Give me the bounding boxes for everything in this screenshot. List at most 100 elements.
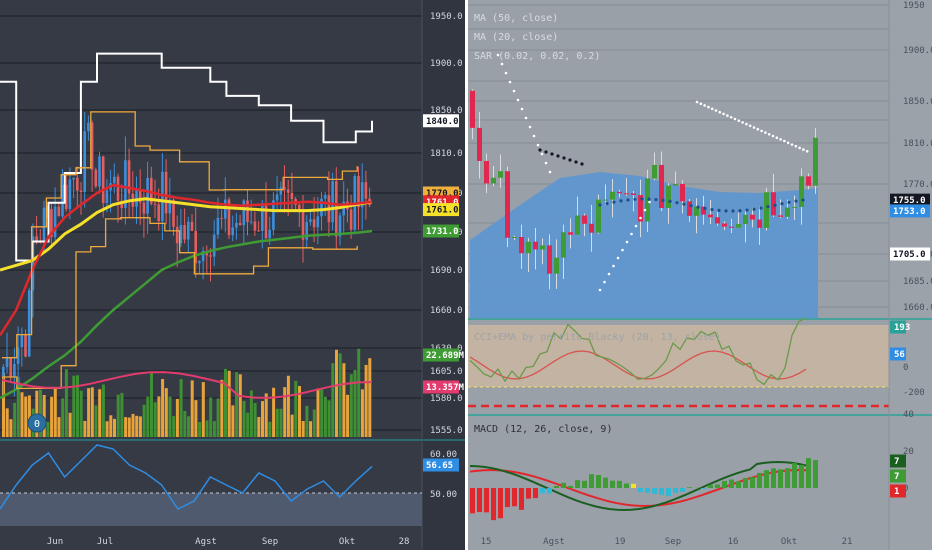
volume-bar: [302, 421, 305, 437]
ma-dot: [752, 208, 755, 211]
left-candle: [69, 179, 72, 209]
macd-histogram-bar: [631, 484, 636, 488]
ma-dot: [612, 201, 615, 204]
volume-bar: [328, 400, 331, 437]
sar-dot: [521, 108, 524, 111]
right-candle: [505, 171, 510, 238]
left-candle: [350, 210, 353, 230]
macd-histogram-bar: [526, 488, 531, 499]
macd-histogram-bar: [757, 473, 762, 488]
sar-dot: [768, 133, 771, 136]
ma-dot: [654, 198, 657, 201]
right-price-badge-text: 1753.0: [893, 207, 926, 217]
left-candle: [239, 223, 242, 225]
right-time-tick: 15: [481, 537, 492, 547]
volume-bar: [135, 416, 138, 437]
sar-dot: [703, 104, 706, 107]
right-candle: [498, 171, 503, 178]
left-candle: [2, 367, 5, 377]
right-time-tick: Okt: [781, 537, 797, 547]
legend-sar[interactable]: SAR (0.02, 0.02, 0.2): [474, 51, 600, 62]
legend-cci[interactable]: CCI+EMA by perrito Blacky (20, 13, close…: [474, 332, 721, 343]
left-candle: [291, 193, 294, 199]
volume-bar: [172, 416, 175, 437]
right-candle: [673, 184, 678, 186]
sar-dot: [617, 257, 620, 260]
volume-bar: [268, 422, 271, 437]
ma-dot: [724, 209, 727, 212]
volume-bar: [109, 415, 112, 437]
right-candle: [554, 258, 559, 274]
volume-bar: [95, 406, 98, 437]
left-candle: [331, 181, 334, 222]
volume-bar: [113, 419, 116, 437]
ma-dot: [550, 152, 553, 155]
left-price-badge-text: 1840.0: [426, 117, 459, 127]
macd-histogram-bar: [512, 488, 517, 506]
macd-histogram-bar: [792, 463, 797, 488]
legend-ma20[interactable]: MA (20, close): [474, 32, 558, 43]
rsi-tick: 50.00: [430, 490, 457, 500]
volume-bar: [24, 397, 27, 437]
volume-bar: [91, 387, 94, 437]
volume-bar: [357, 349, 360, 437]
macd-histogram-bar: [750, 477, 755, 488]
macd-histogram-bar: [736, 481, 741, 488]
macd-histogram-bar: [778, 469, 783, 488]
volume-bar: [154, 402, 157, 437]
right-time-tick: 21: [842, 537, 853, 547]
left-candle: [320, 199, 323, 217]
volume-bar: [287, 376, 290, 437]
right-price-badge-text: 7: [894, 457, 899, 467]
right-price-badge-text: 1705.0: [893, 250, 926, 260]
volume-bar: [194, 400, 197, 437]
ma-dot: [556, 154, 559, 157]
macd-histogram-bar: [673, 488, 678, 493]
right-price-tick: 1685.0: [903, 277, 932, 287]
volume-bar: [317, 388, 320, 437]
macd-histogram-bar: [715, 485, 720, 488]
left-candle: [157, 205, 160, 222]
sar-dot: [734, 118, 737, 121]
right-candle: [666, 186, 671, 208]
macd-histogram-bar: [470, 488, 475, 513]
macd-histogram-bar: [505, 488, 510, 507]
right-candle: [687, 201, 692, 216]
sar-dot: [635, 225, 638, 228]
left-price-tick: 1950.0: [430, 12, 463, 22]
left-candle: [235, 223, 238, 228]
right-candle: [743, 215, 748, 224]
events-icon-label: 0: [34, 419, 40, 430]
left-time-tick: 28: [399, 537, 410, 547]
volume-bar: [76, 375, 79, 437]
legend-macd[interactable]: MACD (12, 26, close, 9): [474, 424, 612, 435]
right-price-tick: 1660.0: [903, 303, 932, 313]
right-candle: [624, 193, 629, 194]
volume-bar: [206, 420, 209, 437]
volume-bar: [354, 370, 357, 437]
rsi-band: [0, 493, 422, 526]
volume-bar: [228, 371, 231, 437]
sar-dot: [730, 116, 733, 119]
left-candle: [231, 227, 234, 235]
right-candle: [526, 242, 531, 254]
sar-dot: [719, 111, 722, 114]
macd-histogram-bar: [680, 488, 685, 492]
volume-bar: [106, 421, 109, 437]
right-price-tick: 1770.0: [903, 180, 932, 190]
ma-dot: [794, 199, 797, 202]
left-candle: [209, 255, 212, 256]
right-price-tick: 1950: [903, 1, 925, 11]
volume-bar: [165, 388, 168, 437]
cci-tick: 40: [903, 410, 914, 420]
volume-bar: [161, 379, 164, 437]
legend-ma50[interactable]: MA (50, close): [474, 13, 558, 24]
volume-bar: [309, 421, 312, 437]
sar-dot: [545, 162, 548, 165]
macd-histogram-bar: [617, 481, 622, 488]
left-candle: [280, 187, 283, 194]
sar-dot: [776, 136, 779, 139]
volume-bar: [187, 416, 190, 437]
left-panel-background: [0, 0, 465, 550]
left-candle: [257, 231, 260, 232]
